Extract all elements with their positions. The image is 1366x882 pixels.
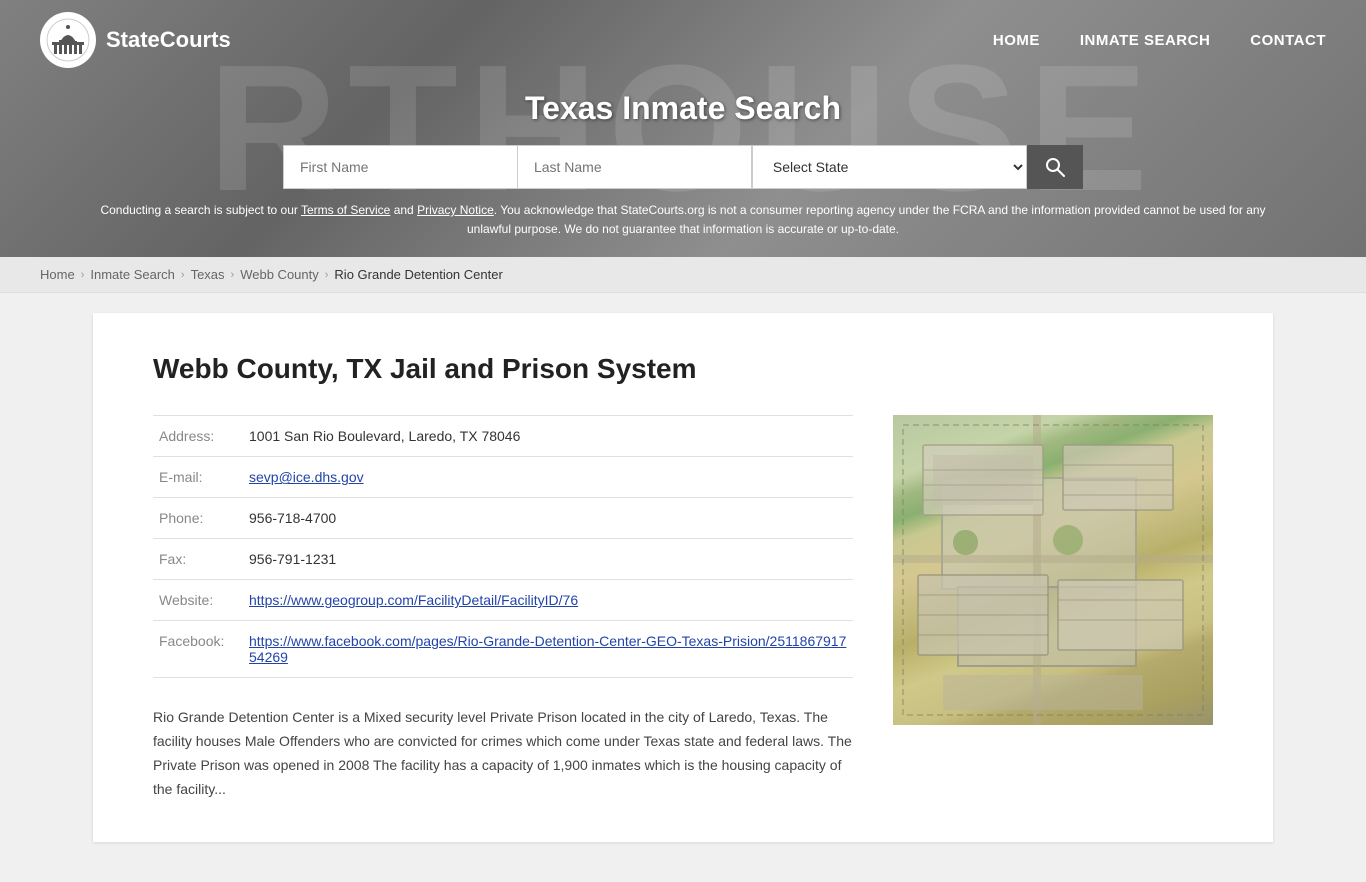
breadcrumb-current: Rio Grande Detention Center [334, 267, 502, 282]
facebook-label: Facebook: [153, 621, 243, 678]
website-value: https://www.geogroup.com/FacilityDetail/… [243, 580, 853, 621]
search-icon [1045, 157, 1065, 177]
site-header: RTHOUSE [0, 0, 1366, 257]
breadcrumb-county[interactable]: Webb County [240, 267, 319, 282]
search-section: Texas Inmate Search Select State Alabama… [0, 80, 1366, 189]
breadcrumb-sep1: › [81, 269, 85, 281]
nav-inmate-search[interactable]: INMATE SEARCH [1080, 32, 1210, 49]
table-row: Address: 1001 San Rio Boulevard, Laredo,… [153, 416, 853, 457]
disclaimer-text3: . You acknowledge that StateCourts.org i… [467, 203, 1266, 236]
website-label: Website: [153, 580, 243, 621]
email-label: E-mail: [153, 457, 243, 498]
first-name-input[interactable] [283, 145, 517, 189]
table-row: Phone: 956-718-4700 [153, 498, 853, 539]
breadcrumb-inmate-search[interactable]: Inmate Search [90, 267, 175, 282]
aerial-photo-bg [893, 415, 1213, 725]
email-link[interactable]: sevp@ice.dhs.gov [249, 469, 364, 485]
nav-contact[interactable]: CONTACT [1250, 32, 1326, 49]
page-title: Texas Inmate Search [20, 90, 1346, 127]
info-table: Address: 1001 San Rio Boulevard, Laredo,… [153, 415, 853, 678]
facebook-link[interactable]: https://www.facebook.com/pages/Rio-Grand… [249, 633, 846, 665]
phone-value: 956-718-4700 [243, 498, 853, 539]
breadcrumb-sep2: › [181, 269, 185, 281]
table-row: Website: https://www.geogroup.com/Facili… [153, 580, 853, 621]
nav-home[interactable]: HOME [993, 32, 1040, 49]
fax-value: 956-791-1231 [243, 539, 853, 580]
facility-description: Rio Grande Detention Center is a Mixed s… [153, 706, 853, 801]
table-row: Fax: 956-791-1231 [153, 539, 853, 580]
breadcrumb-state[interactable]: Texas [191, 267, 225, 282]
terms-link[interactable]: Terms of Service [301, 203, 390, 217]
site-name: StateCourts [106, 27, 231, 53]
address-value: 1001 San Rio Boulevard, Laredo, TX 78046 [243, 416, 853, 457]
logo-svg [46, 18, 90, 62]
facility-title: Webb County, TX Jail and Prison System [153, 353, 1213, 385]
fax-label: Fax: [153, 539, 243, 580]
search-form: Select State AlabamaAlaskaArizona Arkans… [283, 145, 1083, 189]
breadcrumb: Home › Inmate Search › Texas › Webb Coun… [0, 257, 1366, 293]
info-details: Address: 1001 San Rio Boulevard, Laredo,… [153, 415, 853, 801]
facebook-value: https://www.facebook.com/pages/Rio-Grand… [243, 621, 853, 678]
address-label: Address: [153, 416, 243, 457]
disclaimer: Conducting a search is subject to our Te… [0, 189, 1366, 257]
nav-bar: StateCourts HOME INMATE SEARCH CONTACT [0, 0, 1366, 80]
table-row: Facebook: https://www.facebook.com/pages… [153, 621, 853, 678]
nav-links: HOME INMATE SEARCH CONTACT [993, 32, 1326, 49]
aerial-svg [893, 415, 1213, 725]
disclaimer-text1: Conducting a search is subject to our [100, 203, 301, 217]
facility-image [893, 415, 1213, 725]
logo-icon [40, 12, 96, 68]
info-layout: Address: 1001 San Rio Boulevard, Laredo,… [153, 415, 1213, 801]
last-name-input[interactable] [517, 145, 752, 189]
logo-link[interactable]: StateCourts [40, 12, 231, 68]
privacy-link[interactable]: Privacy Notice [417, 203, 494, 217]
table-row: E-mail: sevp@ice.dhs.gov [153, 457, 853, 498]
breadcrumb-sep4: › [325, 269, 329, 281]
phone-label: Phone: [153, 498, 243, 539]
breadcrumb-home[interactable]: Home [40, 267, 75, 282]
website-link[interactable]: https://www.geogroup.com/FacilityDetail/… [249, 592, 578, 608]
email-value: sevp@ice.dhs.gov [243, 457, 853, 498]
breadcrumb-sep3: › [231, 269, 235, 281]
main-content: Webb County, TX Jail and Prison System A… [0, 293, 1366, 881]
search-button[interactable] [1027, 145, 1083, 189]
disclaimer-text2: and [390, 203, 417, 217]
state-select[interactable]: Select State AlabamaAlaskaArizona Arkans… [752, 145, 1027, 189]
content-card: Webb County, TX Jail and Prison System A… [93, 313, 1273, 841]
